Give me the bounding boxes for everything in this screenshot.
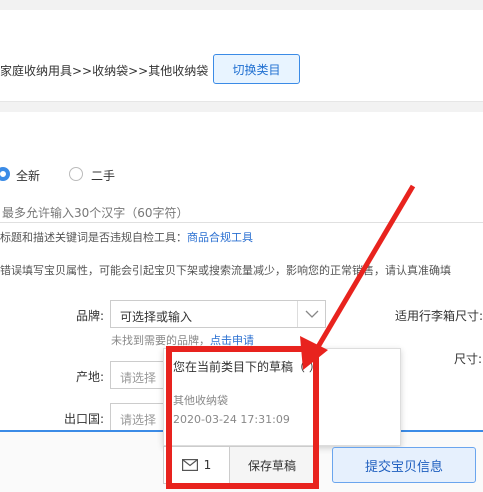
category-path: 家庭收纳用具>>收纳袋>>其他收纳袋 xyxy=(0,64,209,78)
attribute-warning: 错误填写宝贝属性，可能会引起宝贝下架或搜索流量减少，影响您的正常销售，请认真准确… xyxy=(0,264,451,277)
radio-new-label[interactable]: 全新 xyxy=(16,167,40,184)
radio-used[interactable] xyxy=(69,167,83,181)
suitcase-size-label: 适用行李箱尺寸: xyxy=(395,309,483,323)
draft-item-name[interactable]: 其他收纳袋 xyxy=(173,392,228,408)
title-input-border xyxy=(0,222,483,223)
save-draft-button[interactable]: 保存草稿 xyxy=(230,447,314,483)
origin-select[interactable]: 请选择 xyxy=(110,361,170,389)
brand-select[interactable]: 可选择或输入 xyxy=(110,300,326,328)
draft-count-button[interactable]: 1 xyxy=(164,447,230,483)
section-divider xyxy=(0,102,483,112)
top-band xyxy=(0,0,483,10)
draft-count: 1 xyxy=(203,458,212,472)
envelope-icon xyxy=(181,459,198,471)
origin-placeholder: 请选择 xyxy=(120,371,157,385)
brand-hint-text: 未找到需要的品牌， xyxy=(111,334,210,347)
drafts-popup-title: 您在当前类目下的草稿（ ） xyxy=(173,360,321,374)
export-country-placeholder: 请选择 xyxy=(120,413,157,427)
title-input-hint[interactable]: 最多允许输入30个汉字（60字符） xyxy=(2,204,189,221)
export-country-select[interactable]: 请选择 xyxy=(110,403,170,431)
compliance-tip-text: 标题和描述关键词是否违规自检工具： xyxy=(0,231,187,244)
export-country-label: 出口国: xyxy=(64,412,105,426)
radio-new[interactable] xyxy=(0,167,10,181)
brand-label: 品牌: xyxy=(76,309,105,323)
drafts-popup: 您在当前类目下的草稿（ ） 其他收纳袋 2020-03-24 17:31:09 xyxy=(163,348,401,446)
apply-brand-link[interactable]: 点击申请 xyxy=(210,334,254,347)
submit-button[interactable]: 提交宝贝信息 xyxy=(332,447,476,483)
brand-select-value: 可选择或输入 xyxy=(120,310,193,324)
category-row: 家庭收纳用具>>收纳袋>>其他收纳袋 切换类目 xyxy=(0,10,483,102)
brand-hint: 未找到需要的品牌，点击申请 xyxy=(111,332,254,348)
draft-button-group: 1 保存草稿 xyxy=(163,446,315,484)
chevron-down-icon[interactable] xyxy=(297,301,325,327)
compliance-tip: 标题和描述关键词是否违规自检工具：商品合规工具 xyxy=(0,229,253,245)
compliance-tool-link[interactable]: 商品合规工具 xyxy=(187,231,253,244)
size-label: 尺寸: xyxy=(454,352,483,366)
origin-label: 产地: xyxy=(76,370,105,384)
radio-used-label[interactable]: 二手 xyxy=(91,167,115,184)
draft-item-time: 2020-03-24 17:31:09 xyxy=(173,413,290,426)
switch-category-button[interactable]: 切换类目 xyxy=(213,54,300,84)
